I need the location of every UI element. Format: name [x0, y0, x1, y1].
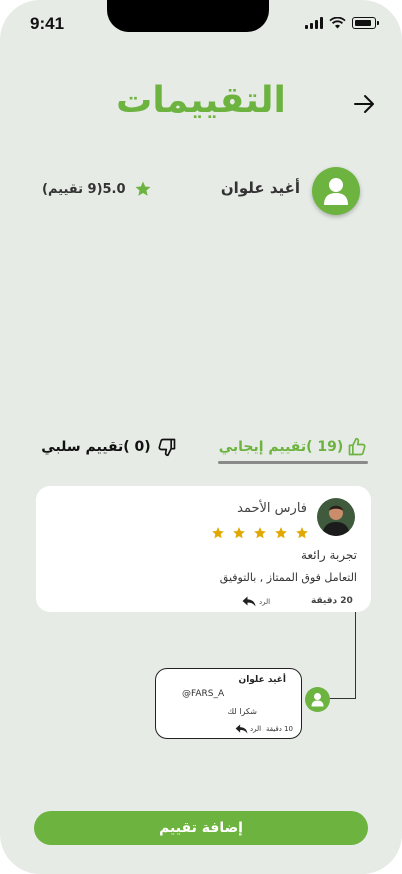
star-rating: [211, 526, 309, 540]
reply-arrow-icon: [235, 724, 248, 734]
reply-timestamp: 10 دقيقة: [265, 725, 293, 733]
reply-button[interactable]: الرد: [242, 596, 270, 607]
reply-label: الرد: [259, 597, 271, 606]
reply-text: شكرا لك: [227, 707, 257, 716]
reply-to-reply-button[interactable]: الرد: [235, 724, 261, 734]
star-icon: [275, 527, 287, 539]
reviewer-avatar: [317, 498, 355, 536]
review-timestamp: 20 دقيقة: [311, 596, 353, 606]
add-rating-button[interactable]: إضافة تقييم: [34, 811, 368, 845]
star-icon: [233, 527, 245, 539]
reply-author: أغيد علوان: [238, 675, 286, 685]
battery-icon: [352, 17, 379, 29]
device-notch: [107, 0, 269, 32]
tab-negative-label: (0 )تقييم سلبي: [41, 439, 151, 455]
reviewer-photo-icon: [317, 498, 355, 536]
reviews-screen: 9:41 التقييمات أغيد علوان 5.0(9 تقييم) (…: [0, 0, 402, 874]
page-title: التقييمات: [116, 80, 286, 121]
star-icon: [135, 181, 151, 196]
user-icon: [311, 693, 324, 707]
tab-negative-ratings[interactable]: (0 )تقييم سلبي: [34, 430, 184, 464]
user-avatar: [312, 167, 360, 215]
rating-summary-text: 5.0(9 تقييم): [42, 181, 126, 197]
user-name: أغيد علوان: [220, 179, 300, 197]
tab-positive-ratings[interactable]: (19 )تقييم إيجابي: [218, 430, 368, 464]
tab-positive-label: (19 )تقييم إيجابي: [218, 439, 344, 455]
review-card: فارس الأحمد تجربة رائعة التعامل فوق المم…: [36, 486, 371, 612]
reply-thread-connector: [328, 612, 356, 699]
star-icon: [254, 527, 266, 539]
reply-mention: @FARS_A: [182, 689, 225, 699]
active-tab-indicator: [218, 461, 368, 464]
wifi-icon: [329, 17, 346, 29]
thumbs-up-icon: [348, 437, 366, 456]
rating-summary: 5.0(9 تقييم): [42, 180, 152, 198]
thumbs-down-icon: [158, 438, 176, 457]
reply-author-avatar: [305, 687, 330, 712]
status-time: 9:41: [30, 14, 65, 33]
reply-arrow-icon: [242, 596, 256, 607]
user-icon: [324, 178, 348, 205]
reply-to-reply-label: الرد: [250, 725, 262, 733]
review-body: التعامل فوق الممتاز , بالتوفيق: [219, 571, 357, 584]
review-title: تجربة رائعة: [301, 548, 357, 562]
reply-card: أغيد علوان @FARS_A شكرا لك الرد 10 دقيقة: [155, 668, 302, 739]
star-icon: [296, 527, 308, 539]
reviewer-name: فارس الأحمد: [237, 501, 307, 516]
star-icon: [212, 527, 224, 539]
status-icons: [305, 17, 379, 29]
cellular-signal-icon: [305, 17, 323, 29]
